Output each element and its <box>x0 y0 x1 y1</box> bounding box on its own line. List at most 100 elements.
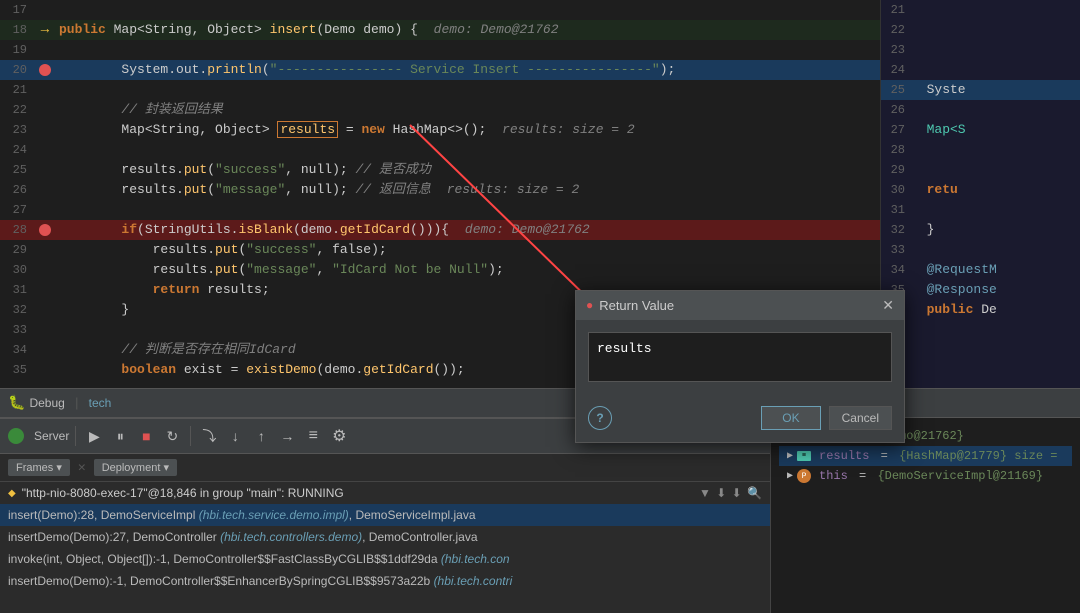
var-item-results[interactable]: ▶ ≡ results = {HashMap@21779} size = <box>779 446 1072 466</box>
line-content: results.put("message", "IdCard Not be Nu… <box>55 260 880 280</box>
debug-toolbar: Server ▶ ⏸ ■ ↻ ⤵ ↓ ↑ → ≡ ⚙ <box>0 418 770 454</box>
code-line-29: 29 results.put("success", false); <box>0 240 880 260</box>
var-name-results: results <box>819 449 869 463</box>
code-editor: 17 18 → public Map<String, Object> inser… <box>0 0 880 388</box>
code-line-24: 24 <box>0 140 880 160</box>
var-value-demo: {Demo@21762} <box>877 429 963 443</box>
step-over-btn[interactable]: ⤵ <box>197 424 221 448</box>
thread-controls: ▼ ⬇ ⬇ 🔍 <box>699 486 762 500</box>
code-line-21: 21 <box>0 80 880 100</box>
stack-frame-active[interactable]: insert(Demo):28, DemoServiceImpl (hbi.te… <box>0 504 770 526</box>
stack-frame-3[interactable]: invoke(int, Object, Object[]):-1, DemoCo… <box>0 548 770 570</box>
stack-frame-2[interactable]: insertDemo(Demo):27, DemoController (hbi… <box>0 526 770 548</box>
line-number: 24 <box>0 143 35 157</box>
line-content: results.put("success", null); // 是否成功 <box>55 160 880 180</box>
right-line-24: 24 <box>881 60 1080 80</box>
code-line-23: 23 Map<String, Object> results = new Has… <box>0 120 880 140</box>
toolbar-divider2 <box>190 426 191 446</box>
stack-trace-area: ◆ "http-nio-8080-exec-17"@18,846 in grou… <box>0 482 770 613</box>
line-number: 21 <box>0 83 35 97</box>
stack-frame-text: invoke(int, Object, Object[]):-1, DemoCo… <box>8 552 510 566</box>
thread-filter-btn[interactable]: ▼ <box>699 486 711 500</box>
stack-frame-text: insertDemo(Demo):-1, DemoController$$Enh… <box>8 574 512 588</box>
right-line-25: 25 Syste <box>881 80 1080 100</box>
frames-label: Frames <box>16 462 53 474</box>
code-line-35: 35 boolean exist = existDemo(demo.getIdC… <box>0 360 880 380</box>
right-line-32: 32 } <box>881 220 1080 240</box>
breakpoint-icon <box>39 224 51 236</box>
var-obj-icon: P <box>797 429 811 443</box>
bottom-section: Server ▶ ⏸ ■ ↻ ⤵ ↓ ↑ → ≡ ⚙ Frames ▾ ✕ <box>0 418 1080 613</box>
code-line-19: 19 <box>0 40 880 60</box>
toolbar-divider <box>75 426 76 446</box>
code-area: 17 18 → public Map<String, Object> inser… <box>0 0 1080 388</box>
right-line-35: 35 @Response <box>881 280 1080 300</box>
code-line-34: 34 // 判断是否存在相同IdCard <box>0 340 880 360</box>
right-line-26: 26 <box>881 100 1080 120</box>
tech-label: tech <box>89 396 112 410</box>
thread-search-btn[interactable]: ⬇ <box>732 486 742 500</box>
step-out-btn[interactable]: ↑ <box>249 424 273 448</box>
line-number: 29 <box>0 243 35 257</box>
bottom-left: Server ▶ ⏸ ■ ↻ ⤵ ↓ ↑ → ≡ ⚙ Frames ▾ ✕ <box>0 418 770 613</box>
code-line-27: 27 <box>0 200 880 220</box>
restart-btn[interactable]: ↻ <box>160 424 184 448</box>
code-line-18: 18 → public Map<String, Object> insert(D… <box>0 20 880 40</box>
line-number: 27 <box>0 203 35 217</box>
var-item-demo[interactable]: ▶ P demo = {Demo@21762} <box>779 426 1072 446</box>
resume-btn[interactable]: ▶ <box>82 424 106 448</box>
stack-frame-4[interactable]: insertDemo(Demo):-1, DemoController$$Enh… <box>0 570 770 592</box>
step-into-btn[interactable]: ↓ <box>223 424 247 448</box>
var-equals: = <box>852 429 874 443</box>
right-line-22: 22 <box>881 20 1080 40</box>
line-number: 22 <box>0 103 35 117</box>
code-line-25: 25 results.put("success", null); // 是否成功 <box>0 160 880 180</box>
stack-frame-text: insertDemo(Demo):27, DemoController (hbi… <box>8 530 478 544</box>
code-line-26: 26 results.put("message", null); // 返回信息… <box>0 180 880 200</box>
evaluate-btn[interactable]: ≡ <box>301 424 325 448</box>
pause-btn[interactable]: ⏸ <box>108 424 132 448</box>
line-number: 25 <box>0 163 35 177</box>
thread-settings-btn[interactable]: 🔍 <box>747 486 762 500</box>
thread-copy-btn[interactable]: ⬇ <box>716 486 726 500</box>
line-number: 26 <box>0 183 35 197</box>
stop-btn[interactable]: ■ <box>134 424 158 448</box>
line-number: 18 <box>0 23 35 37</box>
settings-btn[interactable]: ⚙ <box>327 424 351 448</box>
thread-text: "http-nio-8080-exec-17"@18,846 in group … <box>22 486 344 500</box>
line-content: if(StringUtils.isBlank(demo.getIdCard())… <box>55 220 880 240</box>
line-number: 19 <box>0 43 35 57</box>
code-line-31: 31 return results; <box>0 280 880 300</box>
line-content: } <box>55 300 880 320</box>
debug-arrow-icon: → <box>41 22 49 38</box>
code-line-28: 28 if(StringUtils.isBlank(demo.getIdCard… <box>0 220 880 240</box>
debug-label: Debug <box>29 396 64 410</box>
right-line-31: 31 <box>881 200 1080 220</box>
var-value-this: {DemoServiceImpl@21169} <box>877 469 1043 483</box>
main-container: 17 18 → public Map<String, Object> inser… <box>0 0 1080 613</box>
run-to-cursor-btn[interactable]: → <box>275 424 299 448</box>
line-number: 30 <box>0 263 35 277</box>
var-name-demo: demo <box>819 429 848 443</box>
frames-button[interactable]: Frames ▾ <box>8 459 70 476</box>
code-line-32: 32 } <box>0 300 880 320</box>
var-item-this[interactable]: ▶ P this = {DemoServiceImpl@21169} <box>779 466 1072 486</box>
line-number: 35 <box>0 363 35 377</box>
line-number: 32 <box>0 303 35 317</box>
expand-icon: ▶ <box>787 470 793 482</box>
right-line-27: 27 Map<S <box>881 120 1080 140</box>
line-number: 31 <box>0 283 35 297</box>
deployment-button[interactable]: Deployment ▾ <box>94 459 177 476</box>
line-content: boolean exist = existDemo(demo.getIdCard… <box>55 360 880 380</box>
right-line-34: 34 @RequestM <box>881 260 1080 280</box>
line-content: results.put("message", null); // 返回信息 re… <box>55 180 880 200</box>
line-number: 28 <box>0 223 35 237</box>
right-line-36: 36 public De <box>881 300 1080 320</box>
line-content: return results; <box>55 280 880 300</box>
var-list-icon: ≡ <box>797 451 811 461</box>
var-name-this: this <box>819 469 848 483</box>
right-line-23: 23 <box>881 40 1080 60</box>
server-status-icon <box>8 428 24 444</box>
line-content: Map<String, Object> results = new HashMa… <box>55 120 880 140</box>
right-line-29: 29 <box>881 160 1080 180</box>
